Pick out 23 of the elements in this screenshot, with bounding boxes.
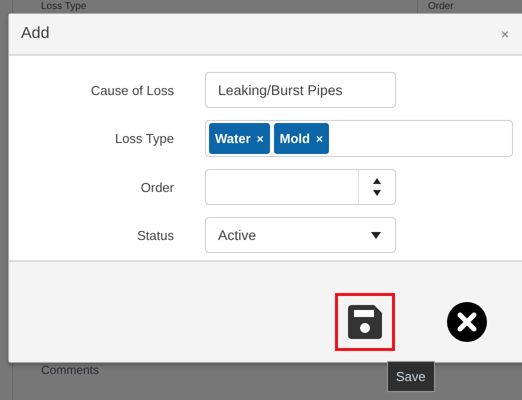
field-label: Order: [140, 180, 174, 194]
decrement-arrow-icon: [372, 189, 382, 197]
tag-chip[interactable]: Mold ×: [274, 123, 329, 154]
tag-label: Water: [215, 131, 251, 146]
field-label: Status: [136, 228, 174, 242]
dropdown-value: Active: [218, 227, 256, 243]
remove-tag-button[interactable]: ×: [316, 132, 323, 146]
close-button[interactable]: ×: [500, 26, 509, 42]
remove-tag-button[interactable]: ×: [256, 132, 264, 146]
dropdown-field[interactable]: Active: [205, 217, 396, 253]
save-button[interactable]: [335, 293, 395, 351]
dialog-title: Add: [21, 25, 50, 43]
tag-label: Mold: [280, 131, 310, 146]
close-circle-icon: [447, 302, 487, 342]
field-label: Loss Type: [114, 131, 174, 146]
increment-arrow-icon: [372, 177, 382, 185]
tag-chip[interactable]: Water ×: [209, 123, 270, 154]
tag-input-field[interactable]: Water × Mold ×: [205, 120, 513, 157]
tooltip: Save: [387, 361, 435, 392]
dropdown-arrow-icon: [371, 232, 381, 238]
field-label: Cause of Loss: [90, 82, 174, 98]
number-input-field[interactable]: [205, 169, 396, 205]
input-field[interactable]: Leaking/Burst Pipes: [205, 72, 396, 108]
